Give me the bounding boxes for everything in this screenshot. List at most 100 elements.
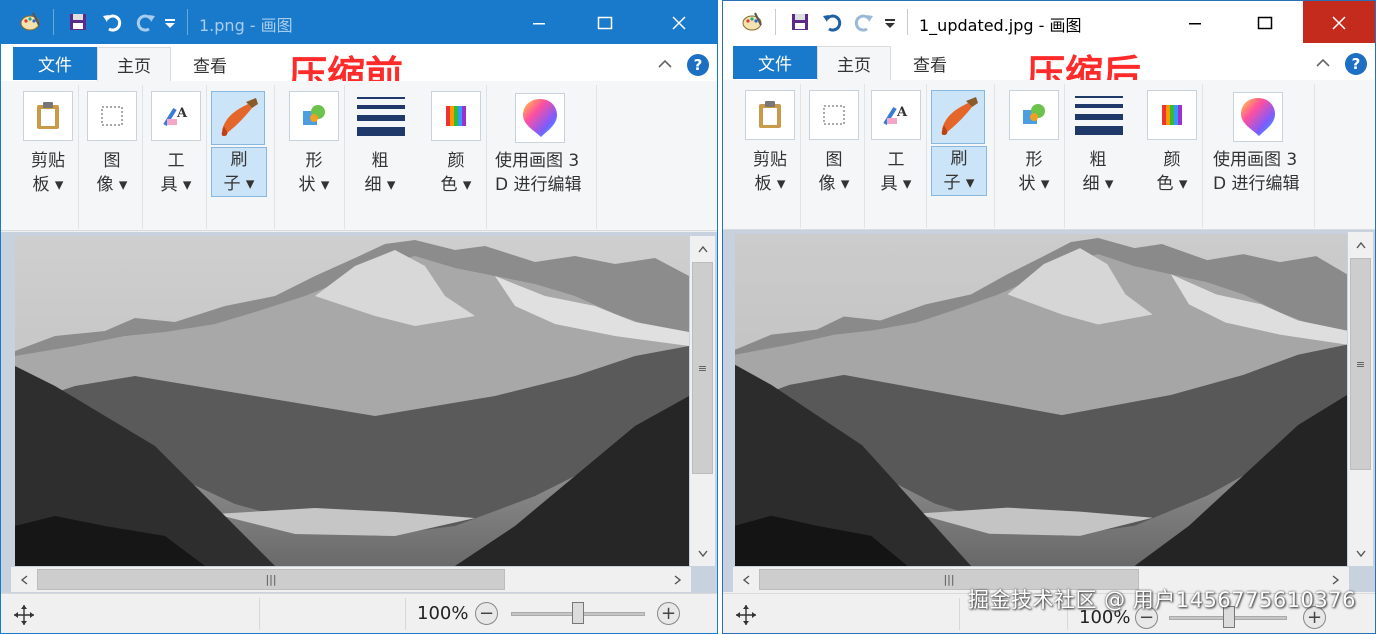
image-button[interactable] <box>87 91 137 141</box>
scroll-up-arrow-icon[interactable] <box>1348 232 1373 257</box>
canvas-area[interactable]: ≡ ||| <box>723 230 1375 592</box>
close-button[interactable] <box>1303 1 1375 44</box>
tools-label[interactable]: 工具 ▾ <box>153 149 199 197</box>
group-image: 图像 ▾ <box>81 85 143 229</box>
line-size-icon[interactable] <box>1075 94 1123 138</box>
customize-qat-icon[interactable] <box>163 11 177 33</box>
undo-icon[interactable] <box>101 11 123 33</box>
tools-button[interactable]: A <box>871 90 921 140</box>
paint-app-icon[interactable] <box>741 11 763 33</box>
zoom-in-button[interactable]: + <box>657 602 680 625</box>
vertical-scrollbar[interactable]: ≡ <box>690 236 715 566</box>
brushes-label[interactable]: 刷子 ▾ <box>211 147 267 197</box>
image-label[interactable]: 图像 ▾ <box>89 149 135 197</box>
image-label[interactable]: 图像 ▾ <box>811 148 857 196</box>
clipboard-button[interactable] <box>23 91 73 141</box>
colors-label[interactable]: 颜色 ▾ <box>1149 148 1195 196</box>
redo-icon[interactable] <box>853 11 875 33</box>
title-bar[interactable]: 1_updated.jpg - 画图 <box>723 1 1375 44</box>
tab-view[interactable]: 查看 <box>893 46 967 80</box>
colors-button[interactable] <box>1147 90 1197 140</box>
vertical-scrollbar[interactable]: ≡ <box>1348 232 1373 566</box>
paint-window-left: 1.png - 画图 文件 主页 查看 压缩前 ? 剪贴板 ▾ 图像 ▾ A 工… <box>0 0 718 634</box>
tab-file[interactable]: 文件 <box>733 46 817 79</box>
close-icon <box>1332 15 1346 30</box>
collapse-ribbon-icon[interactable] <box>657 56 673 72</box>
minimize-icon <box>533 22 545 24</box>
colors-label[interactable]: 颜色 ▾ <box>433 149 479 197</box>
brushes-button[interactable] <box>931 90 985 144</box>
canvas-area[interactable]: ≡ ||| <box>1 232 717 594</box>
group-tools: A 工具 ▾ <box>867 84 927 228</box>
select-icon <box>101 106 123 126</box>
tools-button[interactable]: A <box>151 91 201 141</box>
minimize-button[interactable] <box>509 1 569 44</box>
vertical-scroll-thumb[interactable]: ≡ <box>1350 258 1371 470</box>
customize-qat-icon[interactable] <box>883 11 897 33</box>
color-palette-icon <box>1162 105 1182 125</box>
clipboard-icon <box>759 101 781 128</box>
collapse-ribbon-icon[interactable] <box>1315 55 1331 71</box>
status-divider <box>259 598 260 630</box>
colors-button[interactable] <box>431 91 481 141</box>
group-paint3d: 使用画图 3D 进行编辑 <box>1207 84 1315 228</box>
group-paint3d: 使用画图 3D 进行编辑 <box>489 85 597 229</box>
brushes-button[interactable] <box>211 91 265 145</box>
shapes-label[interactable]: 形状 ▾ <box>1011 148 1057 196</box>
shapes-button[interactable] <box>289 91 339 141</box>
separator <box>775 9 776 35</box>
save-icon[interactable] <box>67 11 89 33</box>
paint-app-icon[interactable] <box>19 11 41 33</box>
zoom-slider-thumb[interactable] <box>572 602 584 624</box>
zoom-out-button[interactable]: − <box>475 602 498 625</box>
scroll-down-arrow-icon[interactable] <box>1348 541 1373 566</box>
image-button[interactable] <box>809 90 859 140</box>
maximize-button[interactable] <box>1235 1 1295 44</box>
group-brushes: 刷子 ▾ <box>207 85 275 229</box>
maximize-button[interactable] <box>575 1 635 44</box>
scroll-up-arrow-icon[interactable] <box>690 236 715 261</box>
shapes-label[interactable]: 形状 ▾ <box>291 149 337 197</box>
size-label[interactable]: 粗细 ▾ <box>1075 148 1121 196</box>
group-image: 图像 ▾ <box>803 84 865 228</box>
clipboard-label[interactable]: 剪贴板 ▾ <box>747 148 793 196</box>
mountain-image[interactable] <box>15 236 689 566</box>
group-size: 粗细 ▾ <box>347 85 417 229</box>
paint3d-button[interactable] <box>1233 92 1283 142</box>
horizontal-scrollbar[interactable]: ||| <box>11 567 691 592</box>
scroll-left-arrow-icon[interactable] <box>733 567 758 592</box>
move-cursor-icon <box>14 605 34 625</box>
group-colors: 颜色 ▾ <box>1141 84 1203 228</box>
window-title: 1_updated.jpg - 画图 <box>919 16 1082 35</box>
scroll-left-arrow-icon[interactable] <box>11 567 36 592</box>
redo-icon[interactable] <box>135 11 157 33</box>
tab-home[interactable]: 主页 <box>97 47 171 81</box>
maximize-icon <box>1257 16 1273 29</box>
paint3d-button[interactable] <box>515 93 565 143</box>
line-size-icon[interactable] <box>357 95 405 139</box>
mountain-image[interactable] <box>735 234 1347 566</box>
size-label[interactable]: 粗细 ▾ <box>357 149 403 197</box>
shapes-button[interactable] <box>1009 90 1059 140</box>
help-icon[interactable]: ? <box>1345 53 1367 75</box>
minimize-button[interactable] <box>1165 1 1225 44</box>
scroll-right-arrow-icon[interactable] <box>665 567 690 592</box>
tools-label[interactable]: 工具 ▾ <box>873 148 919 196</box>
scroll-down-arrow-icon[interactable] <box>690 541 715 566</box>
clipboard-label[interactable]: 剪贴板 ▾ <box>25 149 71 197</box>
group-colors: 颜色 ▾ <box>425 85 487 229</box>
undo-icon[interactable] <box>821 11 843 33</box>
tab-file[interactable]: 文件 <box>13 47 97 80</box>
help-icon[interactable]: ? <box>687 54 709 76</box>
brushes-label[interactable]: 刷子 ▾ <box>931 146 987 196</box>
close-button[interactable] <box>649 1 709 44</box>
tab-home[interactable]: 主页 <box>817 46 891 80</box>
save-icon[interactable] <box>789 11 811 33</box>
paint3d-label[interactable]: 使用画图 3D 进行编辑 <box>1207 148 1311 196</box>
title-bar[interactable]: 1.png - 画图 <box>1 1 717 44</box>
vertical-scroll-thumb[interactable]: ≡ <box>692 262 713 474</box>
horizontal-scroll-thumb[interactable]: ||| <box>37 569 505 590</box>
tab-view[interactable]: 查看 <box>173 47 247 81</box>
clipboard-button[interactable] <box>745 90 795 140</box>
paint3d-label[interactable]: 使用画图 3D 进行编辑 <box>489 149 593 197</box>
